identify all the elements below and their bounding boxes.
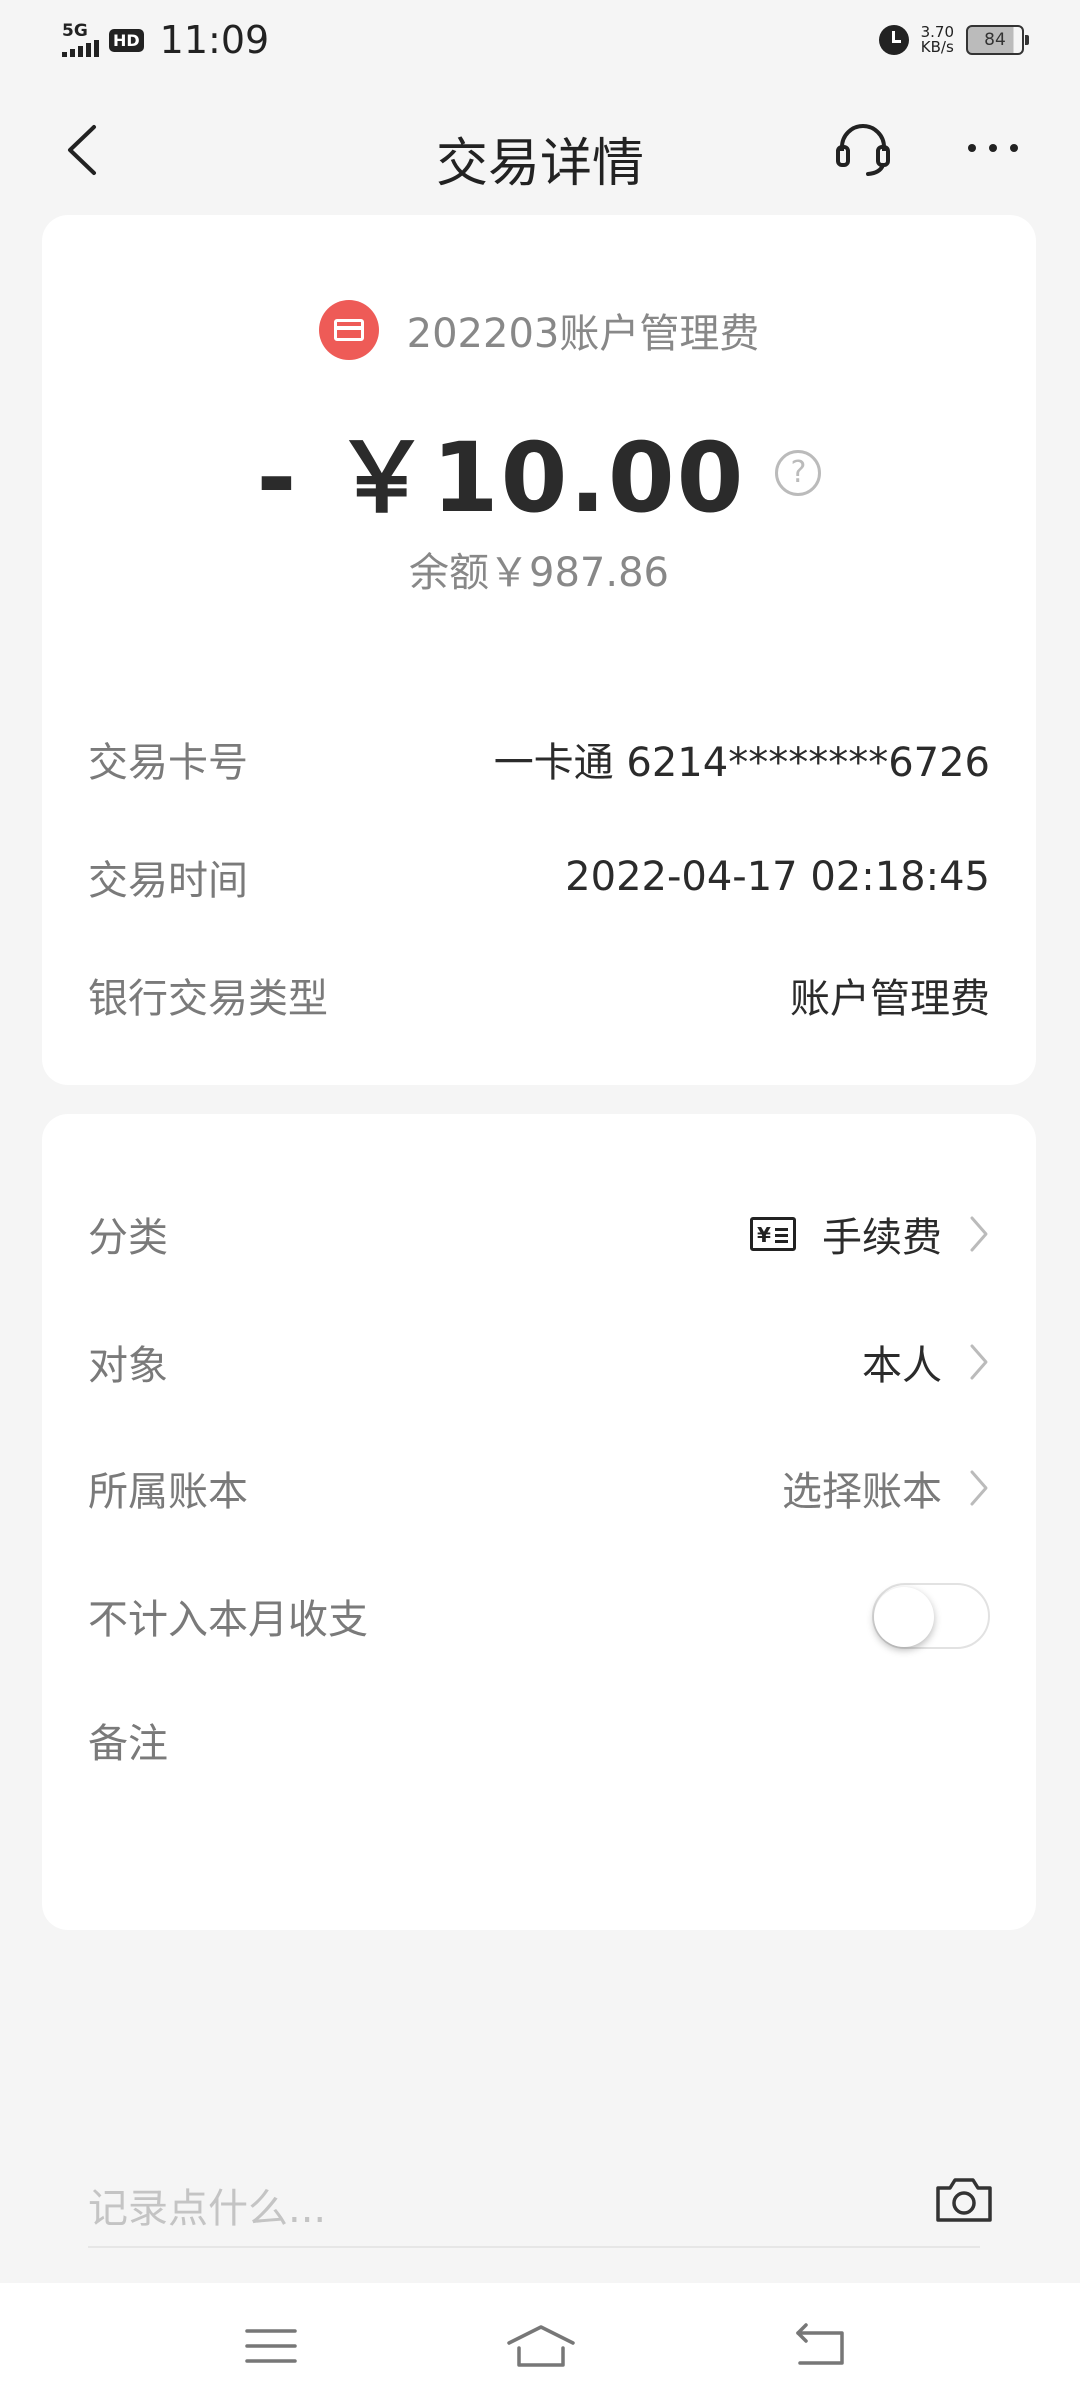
clock: 11:09 (159, 18, 270, 62)
headset-icon[interactable] (832, 117, 894, 179)
transaction-options-card: 分类 ¥ 手续费 对象 本人 所属账本 选择账本 不计入本月收支 备注 记录点什… (42, 1114, 1036, 2248)
target-label: 对象 (88, 1343, 168, 1389)
signal-indicator: 5G (62, 23, 99, 57)
amount-row: - ￥10.00 ? (42, 400, 1036, 539)
chevron-right-icon (970, 1344, 988, 1380)
status-left: 5G HD 11:09 (62, 18, 269, 62)
note-input[interactable]: 记录点什么... (88, 2162, 992, 2248)
status-right: 3.70 KB/s 84 (878, 25, 1029, 55)
page-title: 交易详情 (435, 134, 644, 194)
note-label: 备注 (88, 1721, 168, 1767)
ledger-value: 选择账本 (782, 1469, 942, 1515)
hd-badge: HD (109, 28, 144, 52)
card-icon (318, 300, 379, 360)
target-value-group: 本人 (862, 1333, 990, 1391)
menu-icon[interactable] (241, 2321, 301, 2371)
detail-label: 交易时间 (88, 858, 248, 904)
more-dots-icon[interactable] (962, 117, 1024, 179)
detail-row-card-number: 交易卡号 一卡通 6214********6726 (88, 730, 990, 788)
detail-value: 一卡通 6214********6726 (493, 740, 990, 786)
battery-icon: 84 (966, 25, 1029, 55)
note-row: 备注 (88, 1710, 990, 1770)
category-value: 手续费 (822, 1215, 942, 1261)
camera-icon[interactable] (934, 2174, 994, 2224)
system-navigation-bar (0, 2283, 1080, 2408)
ledger-row[interactable]: 所属账本 选择账本 (88, 1458, 990, 1518)
question-icon[interactable]: ? (775, 449, 822, 496)
toggle-knob (874, 1587, 934, 1647)
header: 交易详情 (0, 95, 1080, 205)
transaction-amount: - ￥10.00 (256, 422, 746, 534)
balance: 余额￥987.86 (409, 550, 669, 596)
exclude-row: 不计入本月收支 (88, 1583, 990, 1649)
network-speed: 3.70 KB/s (921, 25, 954, 55)
detail-row-type: 银行交易类型 账户管理费 (88, 966, 990, 1024)
signal-bars-icon (62, 39, 99, 57)
chevron-right-icon (970, 1216, 988, 1252)
network-speed-unit: KB/s (920, 38, 954, 56)
ledger-label: 所属账本 (88, 1469, 248, 1515)
home-icon[interactable] (505, 2321, 577, 2371)
chevron-right-icon (970, 1470, 988, 1506)
status-bar: 5G HD 11:09 3.70 KB/s 84 (0, 0, 1080, 80)
detail-row-time: 交易时间 2022-04-17 02:18:45 (88, 848, 990, 906)
category-value-group: ¥ 手续费 (750, 1205, 990, 1263)
note-placeholder: 记录点什么... (88, 2186, 327, 2232)
detail-label: 交易卡号 (88, 740, 248, 786)
fee-icon-symbol: ¥ (757, 1223, 771, 1247)
transaction-summary-card: 202203账户管理费 - ￥10.00 ? 余额￥987.86 交易卡号 一卡… (42, 215, 1036, 1085)
battery-level: 84 (984, 30, 1006, 50)
merchant-name: 202203账户管理费 (406, 311, 760, 357)
target-value: 本人 (862, 1343, 942, 1389)
target-row[interactable]: 对象 本人 (88, 1332, 990, 1392)
back-icon[interactable] (792, 2321, 852, 2371)
network-type: 5G (62, 21, 88, 41)
category-row[interactable]: 分类 ¥ 手续费 (88, 1204, 990, 1264)
detail-value: 账户管理费 (790, 976, 990, 1022)
merchant: 202203账户管理费 (42, 300, 1036, 360)
detail-value: 2022-04-17 02:18:45 (565, 854, 990, 900)
category-label: 分类 (88, 1215, 168, 1261)
exclude-label: 不计入本月收支 (88, 1597, 368, 1643)
alarm-icon (878, 25, 909, 55)
detail-label: 银行交易类型 (88, 976, 328, 1022)
exclude-toggle[interactable] (872, 1583, 990, 1649)
fee-icon: ¥ (750, 1217, 796, 1251)
ledger-value-group: 选择账本 (782, 1459, 990, 1517)
